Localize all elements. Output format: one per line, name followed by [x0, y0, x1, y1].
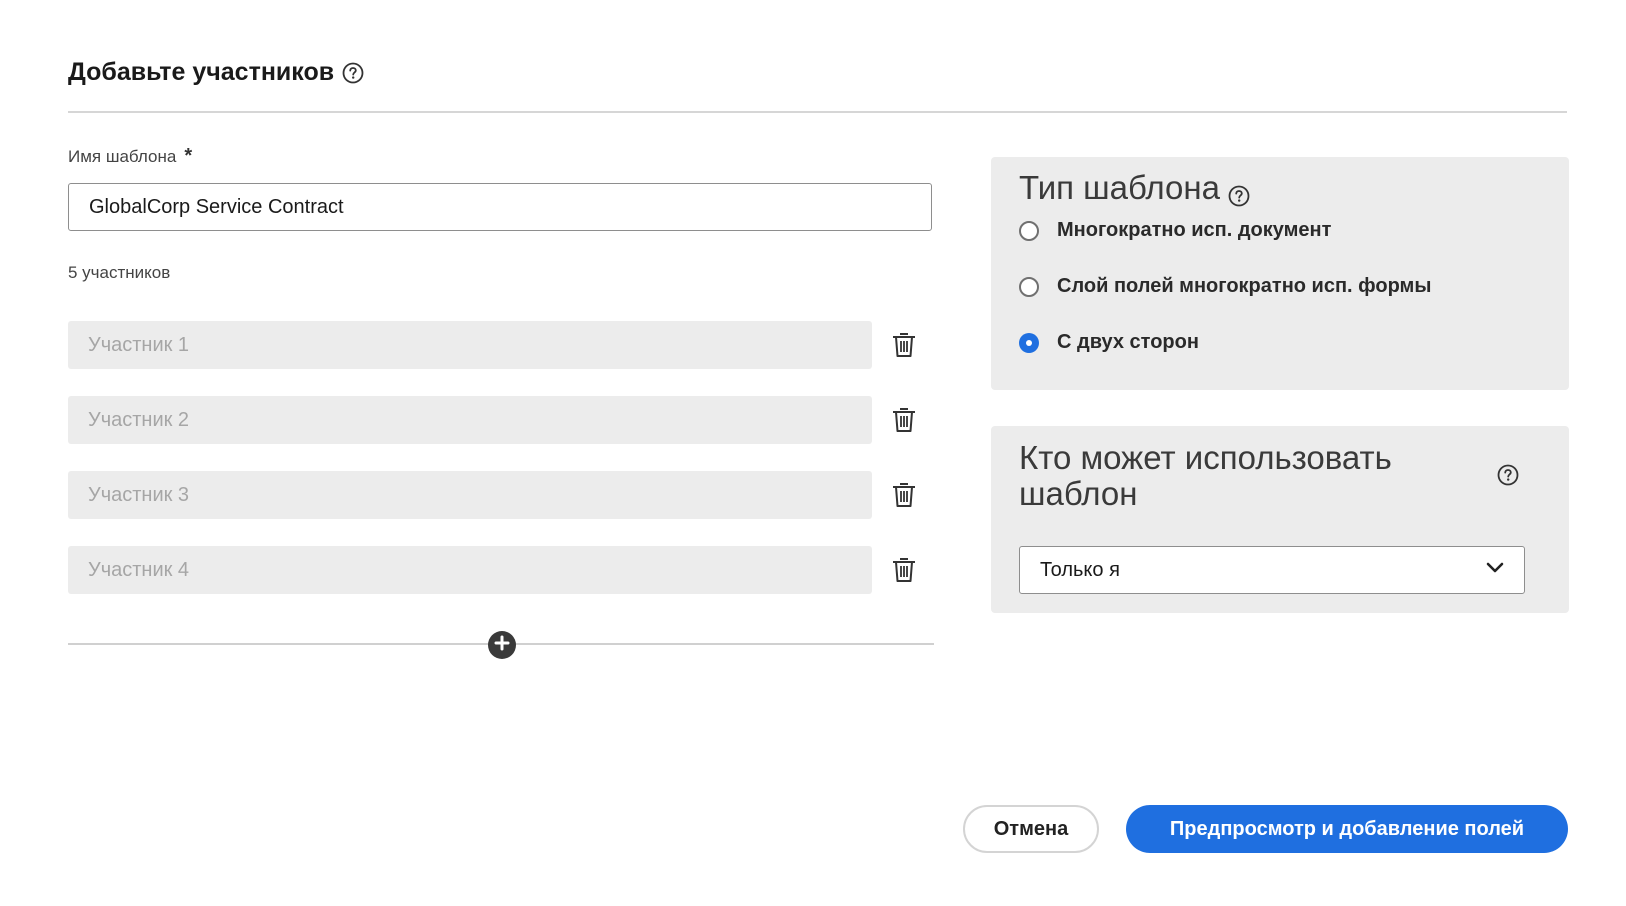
header-divider	[68, 111, 1567, 113]
template-type-panel: Тип шаблона Многократно исп. документ Сл…	[991, 157, 1569, 390]
participant-input-4[interactable]	[68, 546, 872, 594]
preview-add-fields-button[interactable]: Предпросмотр и добавление полей	[1126, 805, 1568, 853]
radio-button[interactable]	[1019, 220, 1039, 241]
cancel-button[interactable]: Отмена	[963, 805, 1099, 853]
help-circle-icon[interactable]	[1497, 464, 1519, 486]
page-title: Добавьте участников	[68, 58, 364, 87]
template-name-label: Имя шаблона *	[68, 145, 192, 168]
chevron-down-icon	[1486, 561, 1504, 579]
participant-row	[68, 396, 940, 444]
trash-icon[interactable]	[890, 556, 918, 584]
template-type-title: Тип шаблона	[1019, 169, 1220, 206]
participant-row	[68, 321, 940, 369]
radio-option-reusable-document[interactable]: Многократно исп. документ	[1019, 219, 1331, 242]
radio-option-form-field-layer[interactable]: Слой полей многократно исп. формы	[1019, 275, 1431, 298]
participants-count: 5 участников	[68, 263, 171, 282]
participant-row	[68, 471, 940, 519]
help-circle-icon[interactable]	[1228, 177, 1250, 207]
radio-option-both[interactable]: С двух сторон	[1019, 331, 1199, 354]
page-title-text: Добавьте участников	[68, 58, 335, 86]
trash-icon[interactable]	[890, 406, 918, 434]
trash-icon[interactable]	[890, 481, 918, 509]
add-participant-button[interactable]	[488, 631, 516, 659]
trash-icon[interactable]	[890, 331, 918, 359]
participant-input-1[interactable]	[68, 321, 872, 369]
help-circle-icon[interactable]	[342, 62, 364, 84]
template-name-input[interactable]	[68, 183, 932, 231]
participant-input-2[interactable]	[68, 396, 872, 444]
plus-circle-icon	[494, 635, 510, 656]
template-name-label-text: Имя шаблона	[68, 146, 177, 166]
participant-input-3[interactable]	[68, 471, 872, 519]
radio-button-selected[interactable]	[1019, 332, 1039, 353]
template-type-heading: Тип шаблона	[1019, 169, 1250, 207]
radio-label: Слой полей многократно исп. формы	[1057, 275, 1432, 297]
who-can-use-title: Кто может использовать шаблон	[1019, 439, 1392, 512]
participant-row	[68, 546, 940, 594]
who-can-use-select[interactable]: Только я	[1019, 546, 1525, 594]
select-value: Только я	[1040, 558, 1120, 581]
required-mark: *	[184, 145, 193, 167]
radio-label: Многократно исп. документ	[1057, 219, 1332, 241]
radio-label: С двух сторон	[1057, 331, 1199, 353]
who-can-use-panel: Кто может использовать шаблон Только я	[991, 426, 1569, 613]
radio-button[interactable]	[1019, 276, 1039, 297]
